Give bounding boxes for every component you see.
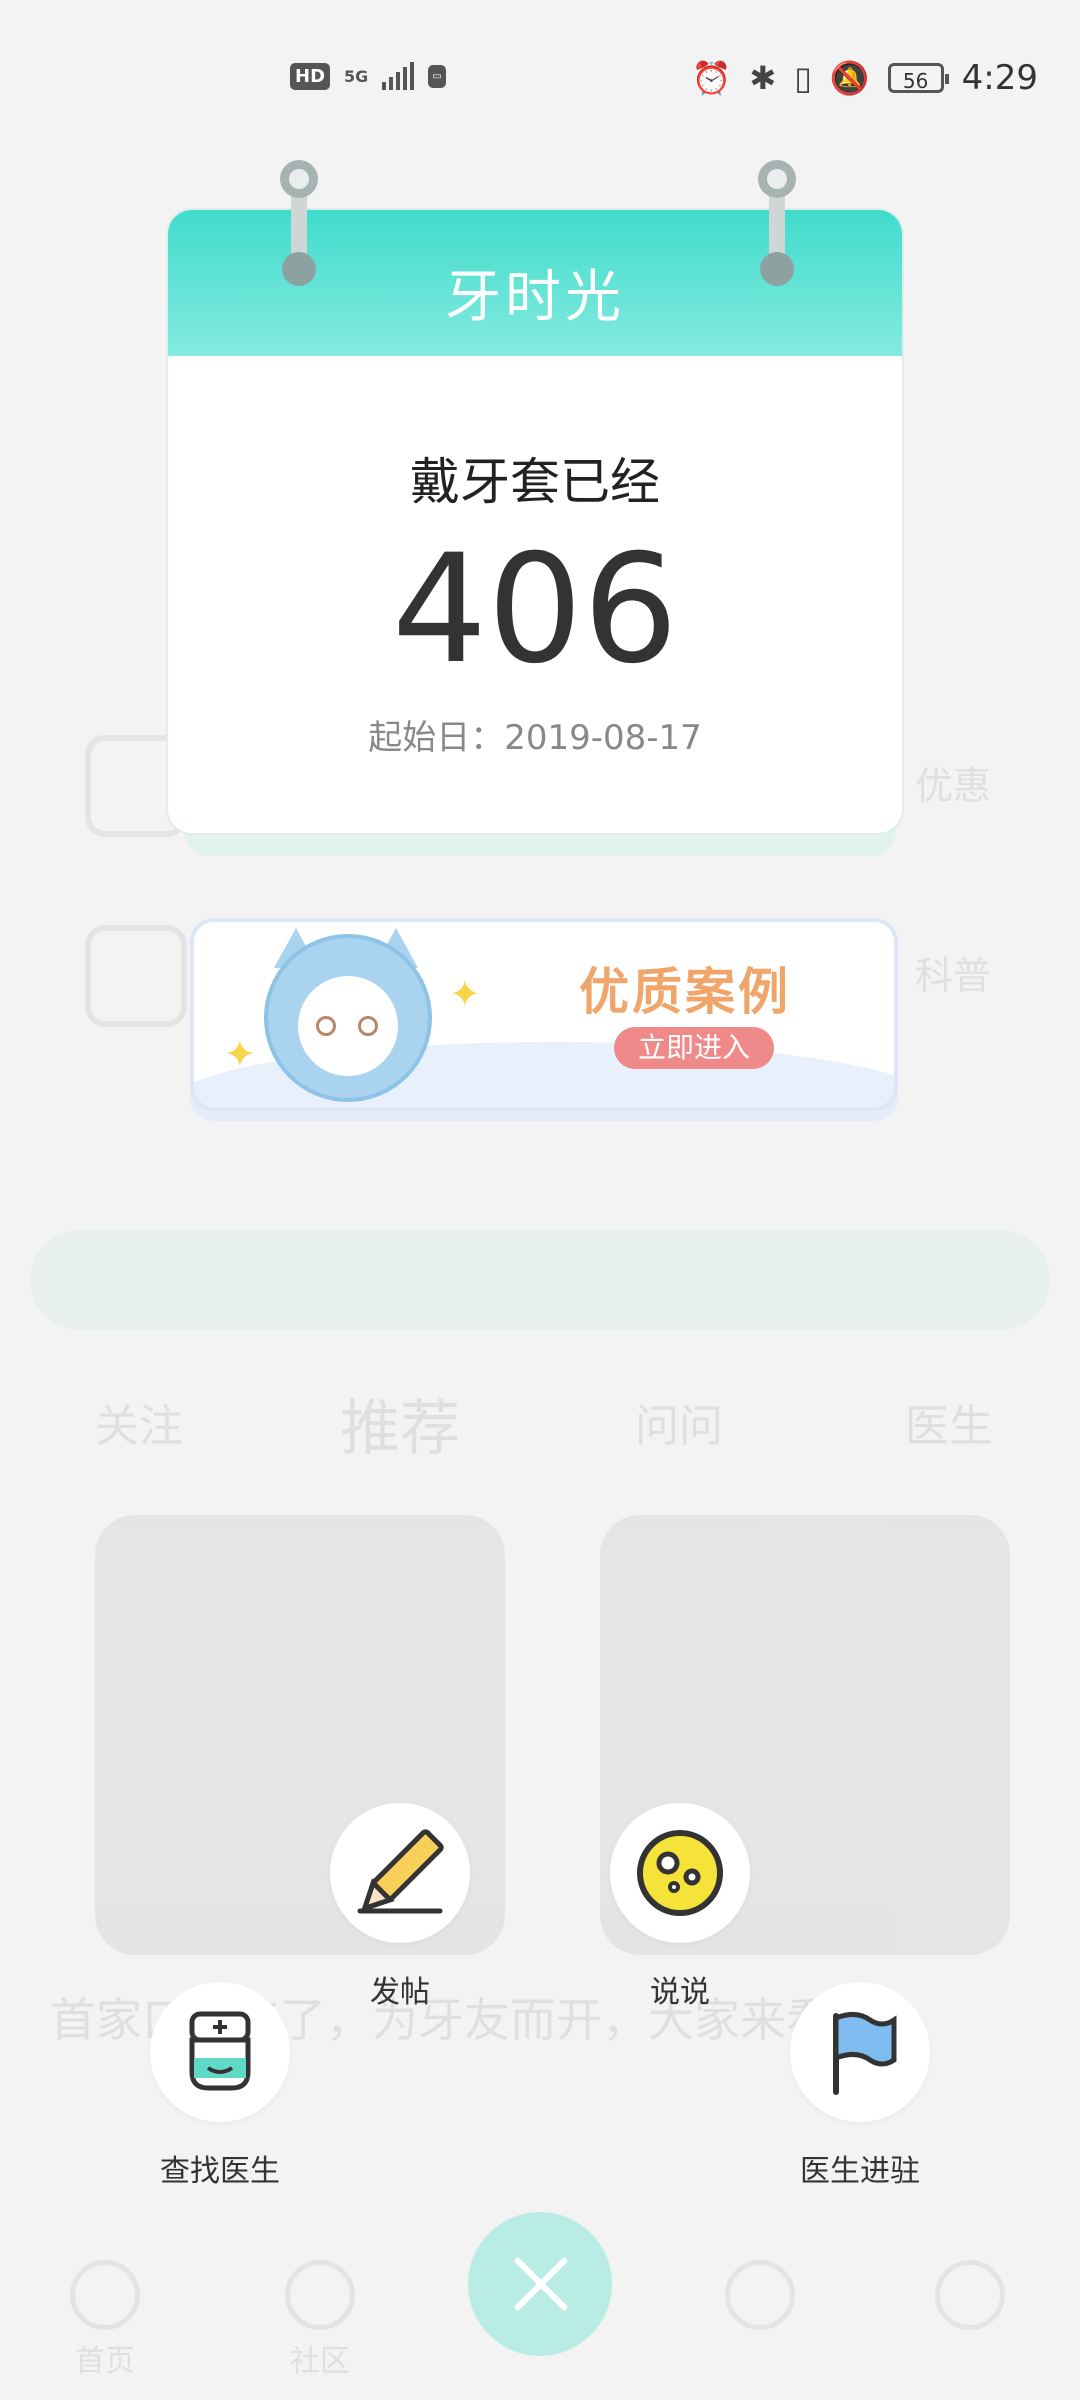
calendar-card[interactable]: 牙时光 戴牙套已经 406 起始日：2019-08-17 [168,210,902,833]
calendar-ring-right-icon [758,160,796,288]
post-action[interactable]: 发帖 [290,1803,510,2011]
calendar-label: 戴牙套已经 [410,453,660,511]
sparkle-icon: ✦ [224,1032,256,1076]
close-button[interactable] [468,2212,612,2356]
pencil-icon [357,1829,444,1914]
side-label-discount: 优惠 [915,764,992,808]
find-doctor-action[interactable]: 查找医生 [110,1982,330,2190]
nav-home: 首页 [45,2250,165,2380]
feed-tabs: 关注 推荐 问问 医生 [0,1390,1080,1480]
sparkle-icon: ✦ [449,972,481,1016]
clock: 4:29 [961,58,1038,98]
calendar-days: 406 [391,523,679,697]
battery-icon: 56 [887,63,949,93]
star-icon [85,925,187,1027]
talk-button[interactable] [610,1803,750,1943]
huawei-icon: ▭ [428,64,446,88]
doctor-join-button[interactable] [790,1982,930,2122]
quality-case-banner[interactable]: ✦ ✦ 优质案例 立即进入 [190,918,898,1111]
tab-recommend: 推荐 [340,1394,460,1464]
bluetooth-icon: ✱ [749,59,777,97]
side-label-science: 科普 [915,954,992,998]
flag-icon [833,2012,897,2095]
vibrate-icon: ▯ [794,59,812,97]
promo-strip [30,1230,1050,1330]
banner-title: 优质案例 [579,963,791,1021]
network-icon: 5G [344,66,369,86]
doctor-icon [189,2011,251,2091]
doctor-join-label: 医生进驻 [800,2154,920,2189]
alarm-icon: ⏰ [691,59,732,97]
tab-doctor: 医生 [905,1401,993,1452]
signal-icon [382,62,415,90]
find-doctor-button[interactable] [150,1982,290,2122]
doctor-join-action[interactable]: 医生进驻 [750,1982,970,2190]
status-bar: HD 5G ▭ ⏰ ✱ ▯ 🔕 56 4:29 [0,50,1080,110]
mute-icon: 🔕 [829,59,870,97]
talk-action[interactable]: 说说 [570,1803,790,2011]
status-right: ⏰ ✱ ▯ 🔕 56 4:29 [692,58,1038,98]
calendar-start-date: 起始日：2019-08-17 [368,718,702,758]
status-left: HD 5G ▭ [290,62,446,90]
tab-follow: 关注 [95,1401,183,1452]
nav-item-4 [700,2250,820,2336]
cat-mascot-icon [264,934,432,1102]
nav-item-5 [910,2250,1030,2336]
find-doctor-label: 查找医生 [160,2154,280,2189]
tab-ask: 问问 [635,1401,723,1452]
chat-bubble-icon [637,1830,723,1916]
nav-community: 社区 [260,2250,380,2380]
post-button[interactable] [330,1803,470,1943]
hd-icon: HD [290,62,331,90]
banner-enter-button[interactable]: 立即进入 [614,1027,774,1069]
calendar-ring-left-icon [280,160,318,288]
